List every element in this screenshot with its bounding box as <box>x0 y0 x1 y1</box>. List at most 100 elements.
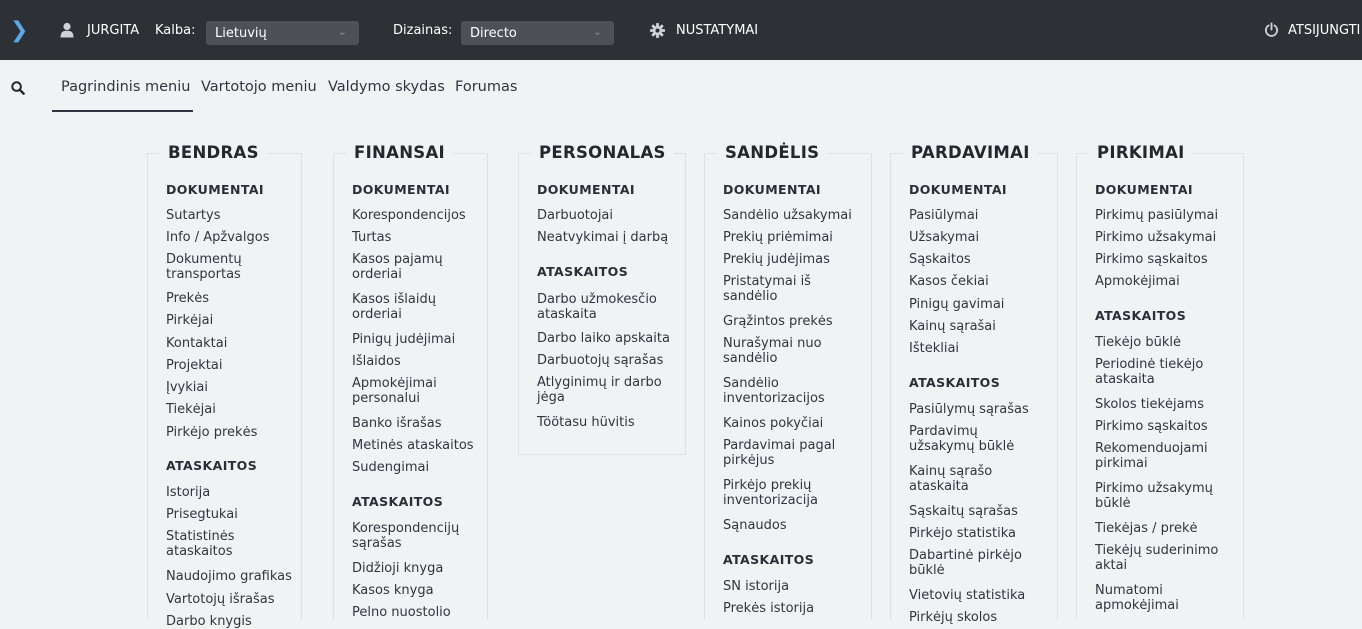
section-title: ATASKAITOS <box>1095 308 1187 323</box>
menu-item[interactable]: Pirkėjo prekių inventorizacija <box>723 478 853 508</box>
menu-item[interactable]: Turtas <box>352 230 391 245</box>
menu-item[interactable]: Grąžintos prekės <box>723 314 833 329</box>
menu-item[interactable]: Vartotojų išrašas <box>166 592 275 607</box>
menu-item[interactable]: Kainos pokyčiai <box>723 416 823 431</box>
menu-item[interactable]: Pirkimų pasiūlymai <box>1095 208 1218 223</box>
power-icon[interactable] <box>1264 0 1279 60</box>
menu-item[interactable]: Pirkimo sąskaitos <box>1095 419 1208 434</box>
gear-icon[interactable] <box>650 0 665 60</box>
tab-user-menu[interactable]: Vartotojo meniu <box>201 79 317 95</box>
menu-item[interactable]: Darbuotojai <box>537 208 613 223</box>
menu-item[interactable]: Išlaidos <box>352 354 401 369</box>
menu-item[interactable]: Pirkėjų skolos <box>909 610 997 625</box>
menu-item[interactable]: SN istorija <box>723 579 789 594</box>
section-title: DOKUMENTAI <box>166 182 264 197</box>
menu-item[interactable]: Prekės istorija <box>723 601 814 616</box>
menu-item[interactable]: Korespondencijos <box>352 208 466 223</box>
tab-forum[interactable]: Forumas <box>455 79 517 95</box>
menu-item[interactable]: Didžioji knyga <box>352 561 443 576</box>
menu-item[interactable]: Rekomenduojami pirkimai <box>1095 441 1220 471</box>
menu-item[interactable]: Sąskaitos <box>909 252 971 267</box>
tab-dashboard[interactable]: Valdymo skydas <box>328 79 445 95</box>
menu-item[interactable]: Atlyginimų ir darbo jėga <box>537 375 672 405</box>
menu-item[interactable]: Prisegtukai <box>166 507 238 522</box>
tab-main-menu[interactable]: Pagrindinis meniu <box>61 79 190 95</box>
menu-item[interactable]: Kasos išlaidų orderiai <box>352 292 462 322</box>
section-title: ATASKAITOS <box>166 458 258 473</box>
menu-item[interactable]: Banko išrašas <box>352 416 441 431</box>
menu-item[interactable]: Tiekėjų suderinimo aktai <box>1095 543 1230 573</box>
menu-item[interactable]: Pirkimo užsakymai <box>1095 230 1216 245</box>
menu-item[interactable]: Kontaktai <box>166 336 227 351</box>
menu-item[interactable]: Töötasu hüvitis <box>537 415 635 430</box>
menu-item[interactable]: Apmokėjimai personalui <box>352 376 462 406</box>
menu-item[interactable]: Užsakymai <box>909 230 979 245</box>
menu-item[interactable]: Pirkėjo prekės <box>166 425 257 440</box>
menu-item[interactable]: Sąskaitų sąrašas <box>909 504 1018 519</box>
language-select[interactable]: Lietuvių ⌄ <box>206 21 359 45</box>
menu-column-pirkimai: PIRKIMAI DOKUMENTAI Pirkimų pasiūlymai P… <box>1076 143 1244 619</box>
menu-item[interactable]: Sudengimai <box>352 460 429 475</box>
menu-item[interactable]: Pirkimo sąskaitos <box>1095 252 1208 267</box>
menu-item[interactable]: Pasiūlymai <box>909 208 978 223</box>
menu-item[interactable]: Kasos knyga <box>352 583 434 598</box>
menu-item[interactable]: Statistinės ataskaitos <box>166 529 276 559</box>
menu-item[interactable]: Info / Apžvalgos <box>166 230 269 245</box>
menu-item[interactable]: Pinigų gavimai <box>909 297 1004 312</box>
column-title: BENDRAS <box>160 143 267 163</box>
menu-item[interactable]: Pardavimų užsakymų būklė <box>909 424 1034 454</box>
menu-item[interactable]: Kainų sąrašo ataskaita <box>909 464 1024 494</box>
menu-item[interactable]: Pardavimai pagal pirkėjus <box>723 438 853 468</box>
menu-item[interactable]: Sąnaudos <box>723 518 787 533</box>
menu-item[interactable]: Pelno nuostolio <box>352 605 451 620</box>
section-title: DOKUMENTAI <box>537 182 635 197</box>
menu-item[interactable]: Sandėlio užsakymai <box>723 208 852 223</box>
menu-item[interactable]: Sandėlio inventorizacijos <box>723 376 848 406</box>
menu-item[interactable]: Numatomi apmokėjimai <box>1095 583 1205 613</box>
menu-item[interactable]: Įvykiai <box>166 380 208 395</box>
menu-item[interactable]: Neatvykimai į darbą <box>537 230 668 245</box>
menu-item[interactable]: Naudojimo grafikas <box>166 569 292 584</box>
menu-item[interactable]: Apmokėjimai <box>1095 274 1180 289</box>
menu-item[interactable]: Skolos tiekėjams <box>1095 397 1204 412</box>
menu-item[interactable]: Vietovių statistika <box>909 588 1025 603</box>
menu-item[interactable]: Darbo knygis <box>166 614 252 629</box>
menu-item[interactable]: Prekių judėjimas <box>723 252 830 267</box>
menu-item[interactable]: Prekės <box>166 291 209 306</box>
menu-item[interactable]: Kasos čekiai <box>909 274 989 289</box>
menu-item[interactable]: Kainų sąrašai <box>909 319 996 334</box>
menu-item[interactable]: Tiekėjai <box>166 402 216 417</box>
menu-item[interactable]: Pirkėjai <box>166 313 213 328</box>
menu-item[interactable]: Pirkėjo statistika <box>909 526 1016 541</box>
logout-link[interactable]: ATSIJUNGTI <box>1288 0 1360 60</box>
menu-item[interactable]: Darbo laiko apskaita <box>537 331 670 346</box>
design-select[interactable]: Directo ⌄ <box>461 21 614 45</box>
menu-item[interactable]: Periodinė tiekėjo ataskaita <box>1095 357 1220 387</box>
menu-item[interactable]: Pasiūlymų sąrašas <box>909 402 1029 417</box>
menu-item[interactable]: Dokumentų transportas <box>166 252 286 282</box>
menu-item[interactable]: Darbo užmokesčio ataskaita <box>537 292 677 322</box>
menu-item[interactable]: Korespondencijų sąrašas <box>352 521 477 551</box>
section-title: DOKUMENTAI <box>352 182 450 197</box>
menu-item[interactable]: Darbuotojų sąrašas <box>537 353 663 368</box>
menu-item[interactable]: Prekių priėmimai <box>723 230 833 245</box>
menu-item[interactable]: Projektai <box>166 358 222 373</box>
menu-item[interactable]: Pirkimo užsakymų būklė <box>1095 481 1220 511</box>
menu-item[interactable]: Ištekliai <box>909 341 959 356</box>
menu-item[interactable]: Istorija <box>166 485 210 500</box>
menu-item[interactable]: Tiekėjo būklė <box>1095 335 1181 350</box>
menu-item[interactable]: Dabartinė pirkėjo būklė <box>909 548 1049 578</box>
menu-item[interactable]: Nurašymai nuo sandėlio <box>723 336 848 366</box>
chevron-right-icon[interactable]: ❯ <box>10 0 28 60</box>
menu-item[interactable]: Kasos pajamų orderiai <box>352 252 462 282</box>
menu-item[interactable]: Pinigų judėjimai <box>352 332 455 347</box>
menu-item[interactable]: Sutartys <box>166 208 220 223</box>
menu-item[interactable]: Tiekėjas / prekė <box>1095 521 1198 536</box>
menu-item[interactable]: Pristatymai iš sandėlio <box>723 274 843 304</box>
settings-link[interactable]: NUSTATYMAI <box>676 0 758 60</box>
section-title: ATASKAITOS <box>909 375 1001 390</box>
menu-item[interactable]: Metinės ataskaitos <box>352 438 474 453</box>
user-name[interactable]: JURGITA <box>87 0 139 60</box>
search-icon[interactable] <box>11 80 25 99</box>
main-nav: Pagrindinis meniu Vartotojo meniu Valdym… <box>0 60 1362 116</box>
